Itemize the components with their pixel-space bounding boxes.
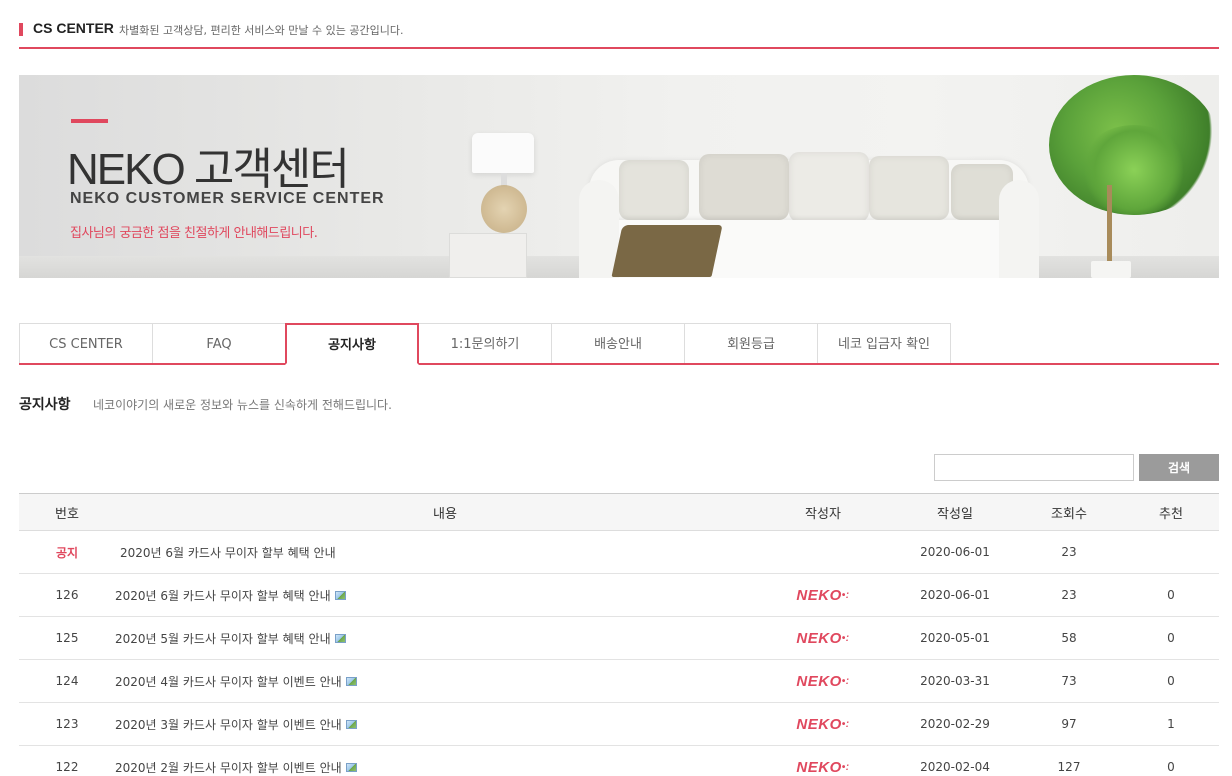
post-date: 2020-03-31	[920, 674, 990, 688]
sofa-throw-blanket	[611, 225, 723, 277]
cs-header: CS CENTER 차별화된 고객상담, 편리한 서비스와 만날 수 있는 공간…	[19, 18, 1219, 49]
post-subject-link[interactable]: 2020년 6월 카드사 무이자 할부 혜택 안내	[120, 544, 336, 561]
post-recommend: 0	[1167, 674, 1175, 688]
banner-accent-line	[71, 119, 108, 123]
banner-tagline: 집사님의 궁금한 점을 친절하게 안내해드립니다.	[70, 226, 318, 241]
post-subject-link[interactable]: 2020년 4월 카드사 무이자 할부 이벤트 안내	[115, 673, 342, 690]
column-views: 조회수	[1051, 506, 1087, 522]
column-author: 작성자	[805, 506, 841, 522]
lamp-base	[481, 185, 527, 233]
post-views: 97	[1061, 717, 1077, 731]
post-views: 58	[1061, 631, 1077, 645]
post-date: 2020-02-29	[920, 717, 990, 731]
post-views: 127	[1057, 760, 1081, 774]
table-row[interactable]: 122 2020년 2월 카드사 무이자 할부 이벤트 안내 NEKO•: 20…	[19, 746, 1219, 776]
image-attachment-icon	[334, 633, 346, 643]
post-views: 23	[1061, 545, 1077, 559]
lamp-shade	[472, 133, 534, 173]
author-neko-logo: NEKO•:	[796, 629, 850, 647]
search-input[interactable]	[934, 454, 1134, 481]
tab-deposit-check[interactable]: 네코 입금자 확인	[817, 323, 951, 363]
tab-membership[interactable]: 회원등급	[684, 323, 818, 363]
notice-board: 번호 내용 작성자 작성일 조회수 추천 공지 2020년 6월 카드사 무이자…	[19, 493, 1219, 776]
tab-notice[interactable]: 공지사항	[285, 323, 419, 365]
post-num: 123	[55, 717, 79, 731]
banner: NEKO 고객센터 NEKO CUSTOMER SERVICE CENTER 집…	[19, 75, 1219, 278]
notice-label: 공지	[55, 545, 79, 560]
post-recommend: 0	[1167, 631, 1175, 645]
post-recommend: 0	[1167, 588, 1175, 602]
board-header: 번호 내용 작성자 작성일 조회수 추천	[19, 493, 1219, 531]
post-num: 124	[55, 674, 79, 688]
post-subject-link[interactable]: 2020년 3월 카드사 무이자 할부 이벤트 안내	[115, 716, 342, 733]
search-button[interactable]: 검색	[1139, 454, 1219, 481]
tab-inquiry[interactable]: 1:1문의하기	[418, 323, 552, 363]
plant-trunk	[1107, 185, 1112, 265]
table-row[interactable]: 123 2020년 3월 카드사 무이자 할부 이벤트 안내 NEKO•: 20…	[19, 703, 1219, 746]
post-subject-link[interactable]: 2020년 2월 카드사 무이자 할부 이벤트 안내	[115, 759, 342, 776]
sofa-pillow	[619, 160, 689, 220]
image-attachment-icon	[334, 590, 346, 600]
header-desc: 차별화된 고객상담, 편리한 서비스와 만날 수 있는 공간입니다.	[119, 24, 404, 37]
post-views: 23	[1061, 588, 1077, 602]
notice-row[interactable]: 공지 2020년 6월 카드사 무이자 할부 혜택 안내 2020-06-01 …	[19, 531, 1219, 574]
column-num: 번호	[55, 506, 79, 522]
post-date: 2020-05-01	[920, 631, 990, 645]
cs-tabs: CS CENTER FAQ 공지사항 1:1문의하기 배송안내 회원등급 네코 …	[19, 323, 1219, 365]
side-table	[449, 233, 527, 278]
plant-leaves	[1079, 125, 1189, 215]
image-attachment-icon	[345, 676, 357, 686]
sofa-arm-right	[999, 180, 1039, 278]
table-row[interactable]: 124 2020년 4월 카드사 무이자 할부 이벤트 안내 NEKO•: 20…	[19, 660, 1219, 703]
image-attachment-icon	[345, 719, 357, 729]
tab-cs-center[interactable]: CS CENTER	[19, 323, 153, 363]
post-date: 2020-06-01	[920, 545, 990, 559]
post-recommend: 0	[1167, 760, 1175, 774]
banner-subtitle: NEKO CUSTOMER SERVICE CENTER	[70, 190, 385, 207]
tab-shipping[interactable]: 배송안내	[551, 323, 685, 363]
table-row[interactable]: 125 2020년 5월 카드사 무이자 할부 혜택 안내 NEKO•: 202…	[19, 617, 1219, 660]
banner-title: NEKO 고객센터	[67, 145, 350, 194]
author-neko-logo: NEKO•:	[796, 758, 850, 776]
post-recommend: 1	[1167, 717, 1175, 731]
tab-faq[interactable]: FAQ	[152, 323, 286, 363]
author-neko-logo: NEKO•:	[796, 715, 850, 733]
post-views: 73	[1061, 674, 1077, 688]
header-title: CS CENTER	[33, 20, 114, 36]
column-date: 작성일	[937, 506, 973, 522]
post-date: 2020-02-04	[920, 760, 990, 774]
sofa-pillow	[789, 152, 869, 222]
post-num: 125	[55, 631, 79, 645]
sofa-pillow	[869, 156, 949, 220]
table-row[interactable]: 126 2020년 6월 카드사 무이자 할부 혜택 안내 NEKO•: 202…	[19, 574, 1219, 617]
post-date: 2020-06-01	[920, 588, 990, 602]
header-accent-bar	[19, 23, 23, 36]
post-subject-link[interactable]: 2020년 6월 카드사 무이자 할부 혜택 안내	[115, 587, 331, 604]
section-title: 공지사항	[19, 397, 71, 413]
column-subject: 내용	[433, 506, 457, 522]
image-attachment-icon	[345, 762, 357, 772]
author-neko-logo: NEKO•:	[796, 672, 850, 690]
author-neko-logo: NEKO•:	[796, 586, 850, 604]
sofa-pillow	[699, 154, 789, 220]
plant-pot	[1091, 261, 1131, 278]
post-num: 126	[55, 588, 79, 602]
section-desc: 네코이야기의 새로운 정보와 뉴스를 신속하게 전해드립니다.	[93, 398, 392, 412]
sofa-arm-left	[579, 180, 619, 278]
post-num: 122	[55, 760, 79, 774]
post-subject-link[interactable]: 2020년 5월 카드사 무이자 할부 혜택 안내	[115, 630, 331, 647]
column-recommend: 추천	[1159, 506, 1183, 522]
